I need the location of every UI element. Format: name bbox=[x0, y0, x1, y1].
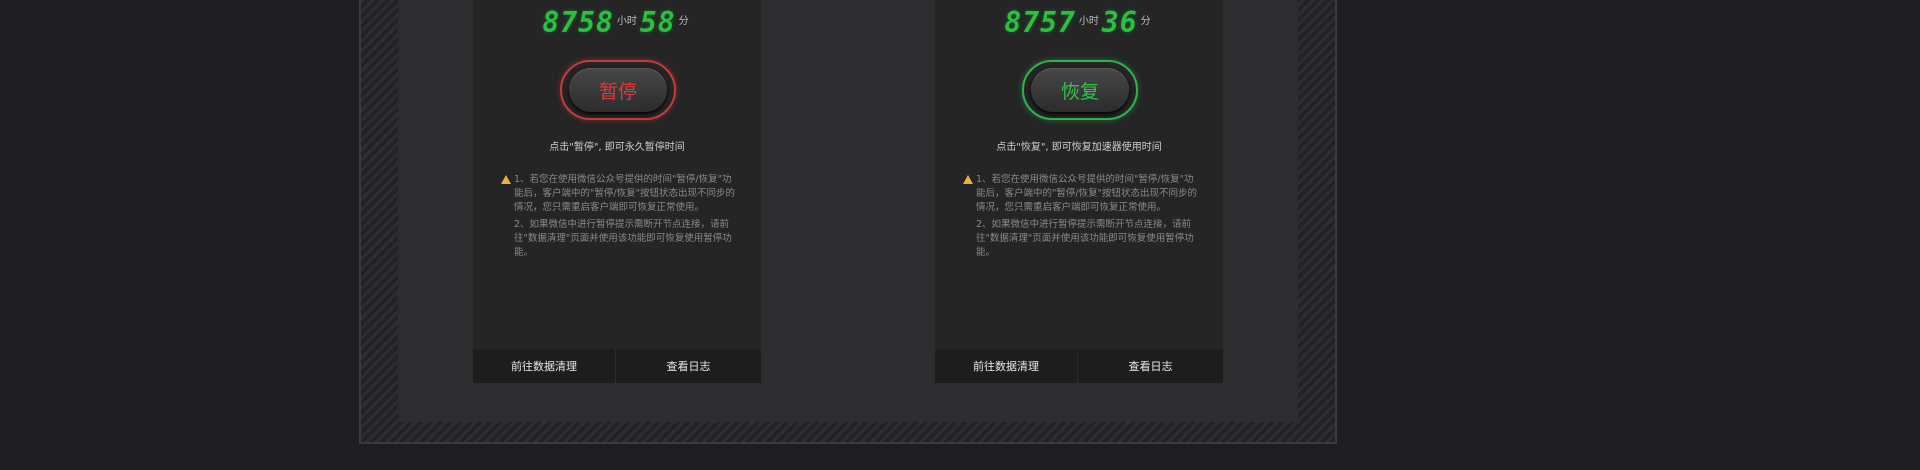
minutes-unit: 分 bbox=[678, 16, 689, 27]
view-log-button[interactable]: 查看日志 bbox=[1077, 349, 1223, 383]
notes: 1、若您在使用微信公众号提供的时间"暂停/恢复"功能后，客户端中的"暂停/恢复"… bbox=[963, 173, 1197, 263]
pause-hint: 点击"暂停", 即可永久暂停时间 bbox=[549, 142, 685, 153]
view-log-button[interactable]: 查看日志 bbox=[615, 349, 761, 383]
warning-triangle-icon bbox=[963, 175, 973, 184]
warning-triangle-icon bbox=[501, 175, 511, 184]
note-item: 1、若您在使用微信公众号提供的时间"暂停/恢复"功能后，客户端中的"暂停/恢复"… bbox=[514, 174, 735, 213]
panel-frame: 8758 小时 58 分 暂停 点击"暂停", 即可永久暂停时间 1、若您在使用微信公… bbox=[359, 0, 1337, 444]
minutes-unit: 分 bbox=[1140, 16, 1151, 27]
pause-button[interactable]: 暂停 bbox=[569, 68, 667, 112]
data-cleanup-button[interactable]: 前往数据清理 bbox=[935, 349, 1077, 383]
panel-inner: 8758 小时 58 分 暂停 点击"暂停", 即可永久暂停时间 1、若您在使用微信公… bbox=[398, 0, 1298, 422]
pause-card: 8758 小时 58 分 暂停 点击"暂停", 即可永久暂停时间 1、若您在使用微信公… bbox=[473, 0, 761, 383]
note-item: 2、如果微信中进行暂停提示需断开节点连接，请前往"数据清理"页面并使用该功能即可… bbox=[514, 219, 732, 258]
resume-button[interactable]: 恢复 bbox=[1031, 68, 1129, 112]
remaining-time: 8757 小时 36 分 bbox=[935, 6, 1223, 39]
hours-unit: 小时 bbox=[616, 16, 637, 27]
hours-unit: 小时 bbox=[1078, 16, 1099, 27]
card-footer: 前往数据清理 查看日志 bbox=[473, 349, 761, 383]
notes: 1、若您在使用微信公众号提供的时间"暂停/恢复"功能后，客户端中的"暂停/恢复"… bbox=[501, 173, 735, 263]
card-footer: 前往数据清理 查看日志 bbox=[935, 349, 1223, 383]
note-item: 2、如果微信中进行暂停提示需断开节点连接，请前往"数据清理"页面并使用该功能即可… bbox=[976, 219, 1194, 258]
resume-button-ring: 恢复 bbox=[1022, 60, 1138, 120]
note-item: 1、若您在使用微信公众号提供的时间"暂停/恢复"功能后，客户端中的"暂停/恢复"… bbox=[976, 174, 1197, 213]
pause-button-ring: 暂停 bbox=[560, 60, 676, 120]
remaining-time: 8758 小时 58 分 bbox=[473, 6, 761, 39]
minutes-value: 58 bbox=[639, 6, 676, 39]
hours-value: 8757 bbox=[1004, 6, 1076, 39]
resume-card: 8757 小时 36 分 恢复 点击"恢复", 即可恢复加速器使用时间 1、若您在使用… bbox=[935, 0, 1223, 383]
resume-hint: 点击"恢复", 即可恢复加速器使用时间 bbox=[996, 142, 1162, 153]
data-cleanup-button[interactable]: 前往数据清理 bbox=[473, 349, 615, 383]
hours-value: 8758 bbox=[542, 6, 614, 39]
minutes-value: 36 bbox=[1101, 6, 1138, 39]
